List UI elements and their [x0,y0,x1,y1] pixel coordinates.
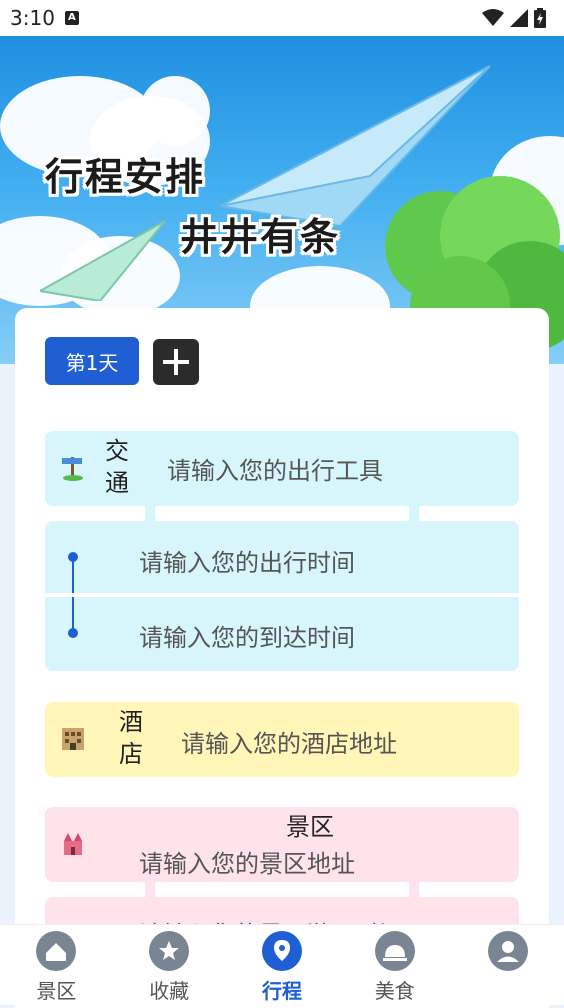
depart-time-input[interactable]: 请输入您的出行时间 [139,543,355,578]
castle-icon [64,833,82,855]
banner-headline-1: 行程安排 [45,155,206,199]
hotel-building-icon [62,728,84,750]
transport-time-panel: 请输入您的出行时间 请输入您的到达时间 [45,521,519,671]
wifi-icon [482,9,504,26]
scenic-row[interactable]: 景区 请输入您的景区地址 [45,807,519,882]
scenic-address-input[interactable]: 请输入您的景区地址 [139,844,355,879]
nav-label: 景区 [36,979,77,1003]
nav-label: 收藏 [149,979,190,1003]
banner-headline-2: 井井有条 [180,215,341,259]
divider [45,593,519,597]
battery-icon [534,8,546,28]
nav-item-scenic[interactable]: 景区 [0,925,113,1005]
transport-tool-row[interactable]: 交 通 请输入您的出行工具 [45,431,519,506]
nav-item-food[interactable]: 美食 [338,925,451,1005]
star-icon [149,931,190,971]
nav-item-favorites[interactable]: 收藏 [113,925,226,1005]
clock: 3:10 [10,6,55,30]
hotel-title: 酒 店 [119,708,143,768]
transport-title: 交 通 [105,437,129,497]
add-day-button[interactable] [153,339,199,385]
location-pin-icon [261,931,302,971]
nav-item-profile[interactable] [451,925,564,1005]
house-icon [36,931,77,971]
scenic-title: 景区 [286,813,334,841]
plus-icon [163,349,189,375]
nav-item-itinerary[interactable]: 行程 [226,925,339,1005]
nav-label: 行程 [261,979,302,1003]
accessibility-icon: A [64,11,79,25]
nav-label: 美食 [374,979,415,1003]
paper-plane-small-icon [40,221,166,301]
arrive-time-input[interactable]: 请输入您的到达时间 [139,618,355,653]
signal-icon [510,9,528,27]
hotel-row[interactable]: 酒 店 请输入您的酒店地址 [45,702,519,777]
status-bar: 3:10 A [0,0,564,36]
food-dome-icon [374,931,415,971]
travel-tool-input[interactable]: 请输入您的出行工具 [167,451,383,486]
day-tab-1[interactable]: 第1天 [45,337,139,385]
bottom-nav: 景区 收藏 行程 美食 [0,924,564,1005]
hotel-address-input[interactable]: 请输入您的酒店地址 [181,724,397,759]
user-icon [487,931,528,971]
signpost-icon [62,457,83,481]
